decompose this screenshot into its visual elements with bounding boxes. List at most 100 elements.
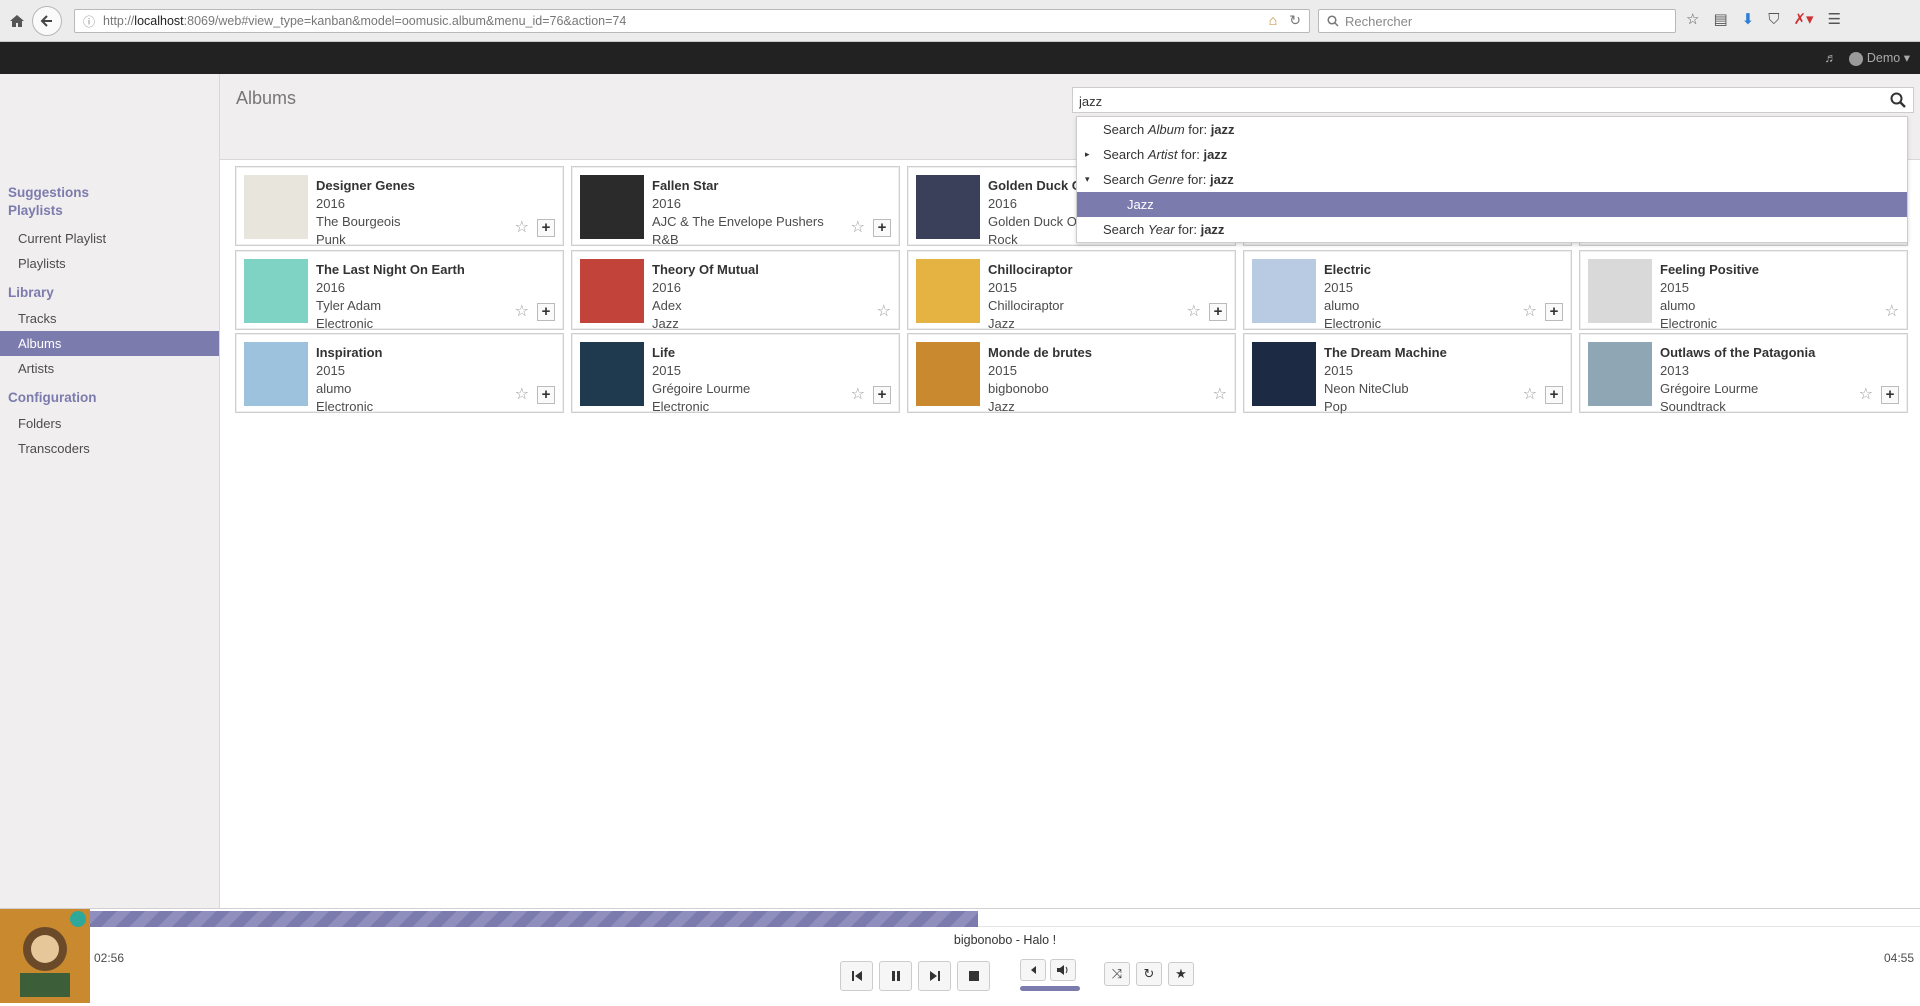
- star-icon[interactable]: ☆: [877, 303, 891, 320]
- star-icon[interactable]: ☆: [851, 387, 865, 403]
- album-cover[interactable]: [916, 258, 980, 323]
- search-album-option[interactable]: Search Album for: jazz: [1077, 117, 1907, 142]
- shuffle-button[interactable]: ⤨: [1104, 962, 1130, 986]
- album-cover[interactable]: [1252, 342, 1316, 406]
- star-icon[interactable]: ☆: [1523, 387, 1537, 403]
- sidebar-item-albums[interactable]: Albums: [0, 331, 219, 356]
- star-icon[interactable]: ☆: [1859, 387, 1873, 403]
- album-cover[interactable]: [916, 342, 980, 406]
- user-menu[interactable]: Demo ▾: [1848, 50, 1910, 66]
- volume-slider[interactable]: [1020, 986, 1080, 991]
- album-cover[interactable]: [1252, 258, 1316, 323]
- album-card[interactable]: Theory Of Mutual 2016 Adex Jazz ☆: [571, 249, 900, 331]
- album-title[interactable]: Outlaws of the Patagonia: [1660, 344, 1900, 362]
- url-bar[interactable]: ⓘ http://localhost:8069/web#view_type=ka…: [74, 9, 1310, 33]
- search-icon[interactable]: [1889, 91, 1907, 109]
- track-progress-bar[interactable]: [90, 911, 1920, 927]
- album-cover[interactable]: [916, 175, 980, 239]
- home-page-icon[interactable]: ⌂: [1269, 12, 1277, 29]
- add-to-playlist-button[interactable]: +: [1545, 386, 1563, 404]
- album-card[interactable]: Inspiration 2015 alumo Electronic ☆ +: [235, 333, 564, 414]
- addon-icon[interactable]: ✗▾: [1793, 10, 1813, 28]
- album-title[interactable]: The Last Night On Earth: [316, 261, 556, 279]
- album-card[interactable]: Electric 2015 alumo Electronic ☆ +: [1243, 249, 1572, 331]
- star-icon[interactable]: ☆: [1213, 387, 1227, 403]
- album-card[interactable]: Outlaws of the Patagonia 2013 Grégoire Lou…: [1579, 333, 1908, 414]
- info-icon[interactable]: ⓘ: [83, 13, 95, 30]
- album-cover[interactable]: [244, 342, 308, 406]
- album-card[interactable]: Fallen Star 2016 AJC & The Envelope Pusher…: [571, 166, 900, 247]
- star-icon[interactable]: ☆: [515, 303, 529, 320]
- album-cover[interactable]: [580, 258, 644, 323]
- next-button[interactable]: [918, 961, 951, 991]
- album-title[interactable]: The Dream Machine: [1324, 344, 1564, 362]
- album-cover[interactable]: [580, 342, 644, 406]
- album-title[interactable]: Theory Of Mutual: [652, 261, 892, 279]
- sidebar-section-suggestions[interactable]: Suggestions: [0, 184, 219, 202]
- add-to-playlist-button[interactable]: +: [873, 219, 891, 237]
- home-icon[interactable]: [4, 8, 30, 34]
- music-note-icon[interactable]: ♬: [1824, 51, 1837, 65]
- album-card[interactable]: Chillociraptor 2015 Chillociraptor Jazz ☆ +: [907, 249, 1236, 331]
- album-title[interactable]: Fallen Star: [652, 177, 892, 195]
- genre-jazz-option[interactable]: Jazz: [1077, 192, 1907, 217]
- add-to-playlist-button[interactable]: +: [537, 302, 555, 321]
- add-to-playlist-button[interactable]: +: [537, 219, 555, 237]
- star-icon[interactable]: ☆: [851, 220, 865, 236]
- download-icon[interactable]: ⬇: [1742, 10, 1755, 28]
- bookmark-star-icon[interactable]: ☆: [1686, 10, 1699, 28]
- add-to-playlist-button[interactable]: +: [537, 386, 555, 404]
- album-cover[interactable]: [580, 175, 644, 239]
- album-card[interactable]: Feeling Positive 2015 alumo Electronic ☆: [1579, 249, 1908, 331]
- sidebar-item-transcoders[interactable]: Transcoders: [0, 436, 219, 461]
- caret-down-icon[interactable]: ▾: [1085, 167, 1090, 192]
- menu-icon[interactable]: ☰: [1828, 10, 1841, 28]
- star-icon[interactable]: ☆: [1885, 303, 1899, 320]
- browser-search-field[interactable]: Rechercher: [1318, 9, 1676, 33]
- search-input[interactable]: [1079, 92, 1859, 110]
- album-title[interactable]: Electric: [1324, 261, 1564, 279]
- favorite-button[interactable]: ★: [1168, 962, 1194, 986]
- volume-up-button[interactable]: [1050, 959, 1076, 981]
- album-title[interactable]: Feeling Positive: [1660, 261, 1900, 279]
- album-card[interactable]: Life 2015 Grégoire Lourme Electronic ☆ +: [571, 333, 900, 414]
- star-icon[interactable]: ☆: [1523, 303, 1537, 320]
- add-to-playlist-button[interactable]: +: [1209, 302, 1227, 321]
- album-title[interactable]: Chillociraptor: [988, 261, 1228, 279]
- volume-down-button[interactable]: [1020, 959, 1046, 981]
- sidebar-item-folders[interactable]: Folders: [0, 411, 219, 436]
- album-cover[interactable]: [244, 175, 308, 239]
- stop-button[interactable]: [957, 961, 990, 991]
- album-title[interactable]: Designer Genes: [316, 177, 556, 195]
- repeat-button[interactable]: ↻: [1136, 962, 1162, 986]
- album-title[interactable]: Monde de brutes: [988, 344, 1228, 362]
- previous-button[interactable]: [840, 961, 873, 991]
- add-to-playlist-button[interactable]: +: [1881, 386, 1899, 404]
- sidebar-item-tracks[interactable]: Tracks: [0, 306, 219, 331]
- add-to-playlist-button[interactable]: +: [1545, 302, 1563, 321]
- pause-button[interactable]: [879, 961, 912, 991]
- star-icon[interactable]: ☆: [1187, 303, 1201, 320]
- album-card[interactable]: The Last Night On Earth 2016 Tyler Adam Ele…: [235, 249, 564, 331]
- album-title[interactable]: Inspiration: [316, 344, 556, 362]
- reload-icon[interactable]: ↻: [1289, 12, 1301, 29]
- album-title[interactable]: Life: [652, 344, 892, 362]
- sidebar-item-playlists[interactable]: Playlists: [0, 251, 219, 276]
- back-button[interactable]: [32, 5, 62, 36]
- album-card[interactable]: Monde de brutes 2015 bigbonobo Jazz ☆: [907, 333, 1236, 414]
- sidebar-item-artists[interactable]: Artists: [0, 356, 219, 381]
- search-year-option[interactable]: Search Year for: jazz: [1077, 217, 1907, 242]
- reading-list-icon[interactable]: ▤: [1713, 10, 1727, 28]
- album-cover[interactable]: [1588, 258, 1652, 323]
- album-cover[interactable]: [244, 258, 308, 323]
- add-to-playlist-button[interactable]: +: [873, 386, 891, 404]
- shield-icon[interactable]: ⛉: [1768, 11, 1779, 28]
- album-card[interactable]: Designer Genes 2016 The Bourgeois Punk ☆ +: [235, 166, 564, 247]
- star-icon[interactable]: ☆: [515, 220, 529, 236]
- album-card[interactable]: The Dream Machine 2015 Neon NiteClub Pop ☆ +: [1243, 333, 1572, 414]
- sidebar-item-current-playlist[interactable]: Current Playlist: [0, 226, 219, 251]
- star-icon[interactable]: ☆: [515, 387, 529, 403]
- caret-right-icon[interactable]: ▸: [1085, 142, 1090, 167]
- search-artist-option[interactable]: ▸ Search Artist for: jazz: [1077, 142, 1907, 167]
- search-genre-option[interactable]: ▾ Search Genre for: jazz: [1077, 167, 1907, 192]
